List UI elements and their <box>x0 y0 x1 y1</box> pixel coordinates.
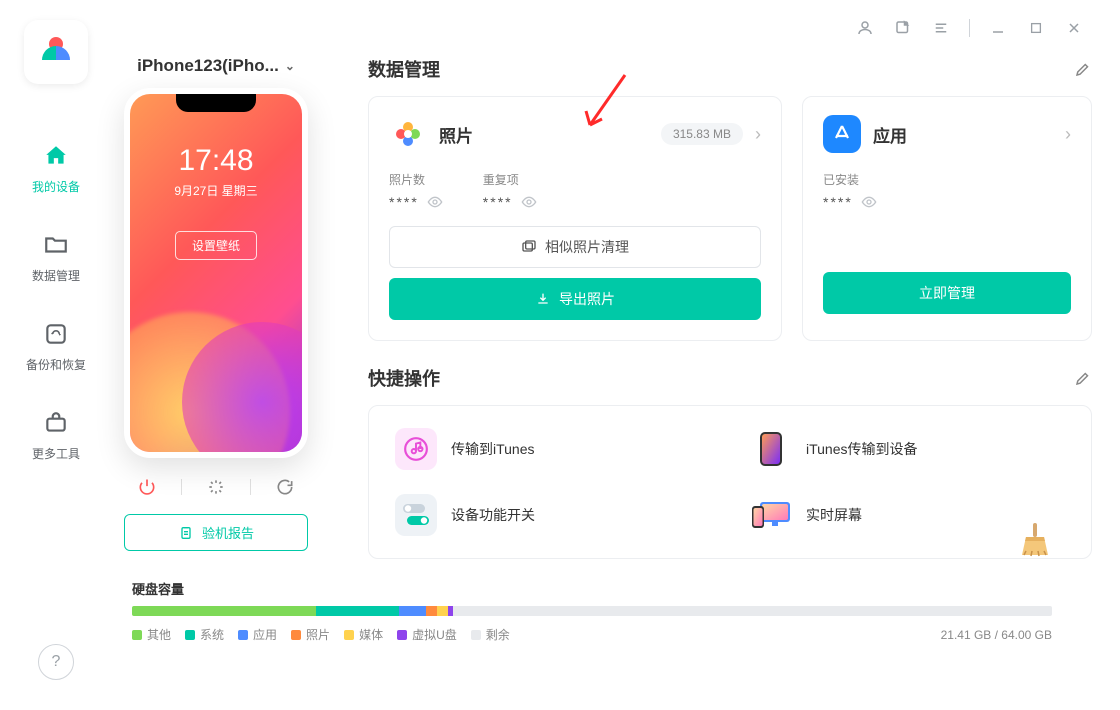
folder-icon <box>42 231 70 259</box>
photos-dup-value: **** <box>483 194 513 210</box>
section-quick-title: 快捷操作 <box>368 365 440 391</box>
maximize-button[interactable] <box>1026 18 1046 38</box>
nav-more-tools[interactable]: 更多工具 <box>0 391 112 480</box>
images-icon <box>521 239 537 255</box>
clean-label: 相似照片清理 <box>545 237 629 257</box>
chevron-down-icon: ⌄ <box>285 59 295 73</box>
edit-icon[interactable] <box>1074 369 1092 387</box>
legend-item: 其他 <box>132 626 171 643</box>
disk-title: 硬盘容量 <box>132 579 1092 598</box>
phone-date: 9月27日 星期三 <box>174 182 257 199</box>
legend-item: 照片 <box>291 626 330 643</box>
app-logo <box>24 20 88 84</box>
phone-time: 17:48 <box>178 144 253 178</box>
device-report-button[interactable]: 验机报告 <box>124 514 308 551</box>
eye-icon[interactable] <box>861 194 877 210</box>
nav-my-device[interactable]: 我的设备 <box>0 124 112 213</box>
quick-transfer-to-itunes[interactable]: 传输到iTunes <box>395 428 710 470</box>
clipboard-icon <box>178 525 194 541</box>
disk-total: 21.41 GB / 64.00 GB <box>941 628 1052 642</box>
photos-title: 照片 <box>439 122 649 147</box>
loading-icon[interactable] <box>203 474 229 500</box>
quick-realtime-screen[interactable]: 实时屏幕 <box>750 494 1065 536</box>
clean-similar-button[interactable]: 相似照片清理 <box>389 226 761 268</box>
nav-label: 备份和恢复 <box>26 356 86 373</box>
window-controls <box>122 0 1092 56</box>
help-button[interactable]: ? <box>38 644 74 680</box>
photos-count-label: 照片数 <box>389 171 443 188</box>
manage-apps-button[interactable]: 立即管理 <box>823 272 1071 314</box>
nav-label: 更多工具 <box>32 445 80 462</box>
manage-label: 立即管理 <box>919 283 975 303</box>
nav-label: 数据管理 <box>32 267 80 284</box>
export-photos-button[interactable]: 导出照片 <box>389 278 761 320</box>
user-icon[interactable] <box>855 18 875 38</box>
disk-section: 硬盘容量 其他系统应用照片媒体虚拟U盘剩余 21.41 GB / 64.00 GB <box>122 579 1092 643</box>
apps-title: 应用 <box>873 122 1053 147</box>
quick-itunes-to-device[interactable]: iTunes传输到设备 <box>750 428 1065 470</box>
appstore-icon <box>823 115 861 153</box>
screen-mirror-icon <box>750 494 792 536</box>
refresh-button[interactable] <box>272 474 298 500</box>
set-wallpaper-button[interactable]: 设置壁纸 <box>175 231 257 260</box>
chevron-right-icon[interactable]: › <box>755 124 761 145</box>
quick-device-switches[interactable]: 设备功能开关 <box>395 494 710 536</box>
legend-item: 虚拟U盘 <box>397 626 457 643</box>
nav-label: 我的设备 <box>32 178 80 195</box>
legend-item: 剩余 <box>471 626 510 643</box>
photos-dup-label: 重复项 <box>483 171 537 188</box>
legend-item: 应用 <box>238 626 277 643</box>
export-label: 导出照片 <box>559 289 615 309</box>
apps-installed-value: **** <box>823 194 853 210</box>
photos-icon <box>389 115 427 153</box>
itunes-icon <box>395 428 437 470</box>
chevron-right-icon[interactable]: › <box>1065 124 1071 145</box>
quick-label: 传输到iTunes <box>451 439 535 459</box>
toolbox-icon <box>42 409 70 437</box>
toggles-icon <box>395 494 437 536</box>
nav-data-mgmt[interactable]: 数据管理 <box>0 213 112 302</box>
sync-icon <box>42 320 70 348</box>
legend-item: 系统 <box>185 626 224 643</box>
home-icon <box>42 142 70 170</box>
eye-icon[interactable] <box>521 194 537 210</box>
device-preview: 17:48 9月27日 星期三 设置壁纸 <box>124 88 308 458</box>
device-name-text: iPhone123(iPho... <box>137 56 279 76</box>
minimize-button[interactable] <box>988 18 1008 38</box>
clean-disk-button[interactable] <box>1020 521 1050 557</box>
power-button[interactable] <box>134 474 160 500</box>
close-button[interactable] <box>1064 18 1084 38</box>
quick-label: 设备功能开关 <box>451 505 535 525</box>
photos-size-badge: 315.83 MB <box>661 123 743 145</box>
sidebar: 我的设备 数据管理 备份和恢复 更多工具 ? <box>0 0 112 710</box>
nav-backup-restore[interactable]: 备份和恢复 <box>0 302 112 391</box>
download-icon <box>535 291 551 307</box>
eye-icon[interactable] <box>427 194 443 210</box>
apps-card: 应用 › 已安装 **** 立即管理 <box>802 96 1092 341</box>
apps-installed-label: 已安装 <box>823 171 877 188</box>
quick-label: 实时屏幕 <box>806 505 862 525</box>
phone-screen-icon <box>750 428 792 470</box>
quick-label: iTunes传输到设备 <box>806 439 918 459</box>
report-label: 验机报告 <box>202 523 254 542</box>
legend-item: 媒体 <box>344 626 383 643</box>
menu-icon[interactable] <box>931 18 951 38</box>
disk-usage-bar <box>132 606 1052 616</box>
photos-card: 照片 315.83 MB › 照片数 **** 重复项 **** <box>368 96 782 341</box>
device-selector[interactable]: iPhone123(iPho... ⌄ <box>137 56 295 76</box>
section-data-mgmt-title: 数据管理 <box>368 56 440 82</box>
edit-icon[interactable] <box>1074 60 1092 78</box>
photos-count-value: **** <box>389 194 419 210</box>
feedback-icon[interactable] <box>893 18 913 38</box>
